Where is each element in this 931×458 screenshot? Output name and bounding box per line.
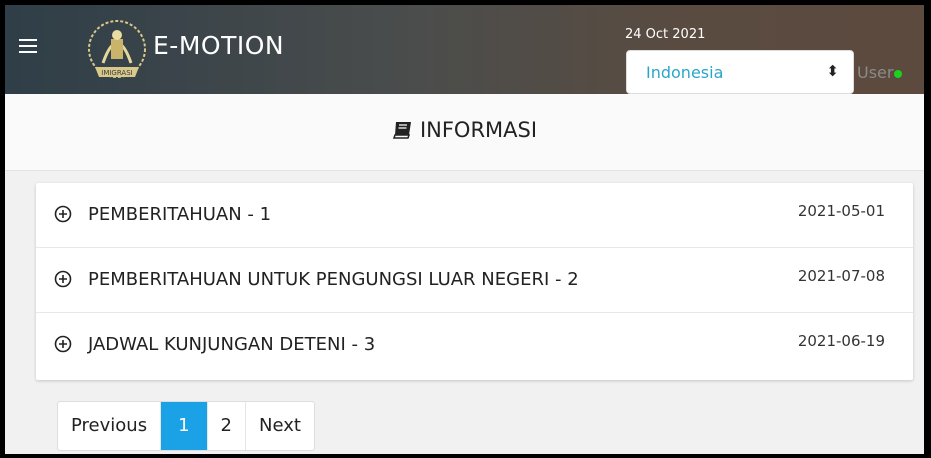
list-item-title: PEMBERITAHUAN UNTUK PENGUNGSI LUAR NEGER… [88,269,579,290]
app-frame: IMIGRASI E-MOTION 24 Oct 2021 Indonesia … [5,5,924,454]
list-item[interactable]: PEMBERITAHUAN UNTUK PENGUNGSI LUAR NEGER… [36,248,913,313]
list-item-title: PEMBERITAHUAN - 1 [88,204,272,225]
list-item[interactable]: JADWAL KUNJUNGAN DETENI - 3 2021-06-19 [36,313,913,378]
page-header: INFORMASI [5,94,924,171]
pagination-previous[interactable]: Previous [58,402,162,450]
pagination-next[interactable]: Next [246,402,314,450]
user-status[interactable]: User [857,63,903,82]
list-item-title: JADWAL KUNJUNGAN DETENI - 3 [88,334,376,355]
pagination-page-2[interactable]: 2 [208,402,246,450]
imigrasi-logo: IMIGRASI [88,20,146,78]
pagination: Previous 1 2 Next [57,401,315,451]
current-date: 24 Oct 2021 [625,27,706,42]
plus-circle-icon[interactable] [54,335,72,353]
list-item-date: 2021-07-08 [797,267,885,285]
top-navbar: IMIGRASI E-MOTION 24 Oct 2021 Indonesia … [5,5,924,94]
list-item[interactable]: PEMBERITAHUAN - 1 2021-05-01 [36,183,913,248]
menu-icon[interactable] [19,39,37,53]
list-item-date: 2021-06-19 [797,332,885,350]
plus-circle-icon[interactable] [54,270,72,288]
app-brand: E-MOTION [153,31,285,60]
book-icon [392,122,411,139]
pagination-page-1[interactable]: 1 [161,402,208,450]
plus-circle-icon[interactable] [54,205,72,223]
info-list: PEMBERITAHUAN - 1 2021-05-01 PEMBERITAHU… [36,183,913,380]
user-label: User [857,63,894,82]
online-indicator-icon [894,69,903,78]
country-select[interactable]: Indonesia ⬍ [626,50,854,94]
country-select-value: Indonesia [646,63,724,82]
list-item-date: 2021-05-01 [797,202,885,220]
svg-text:IMIGRASI: IMIGRASI [101,69,132,77]
page-title: INFORMASI [5,118,924,142]
select-updown-icon: ⬍ [826,62,839,80]
page-title-text: INFORMASI [419,118,538,142]
